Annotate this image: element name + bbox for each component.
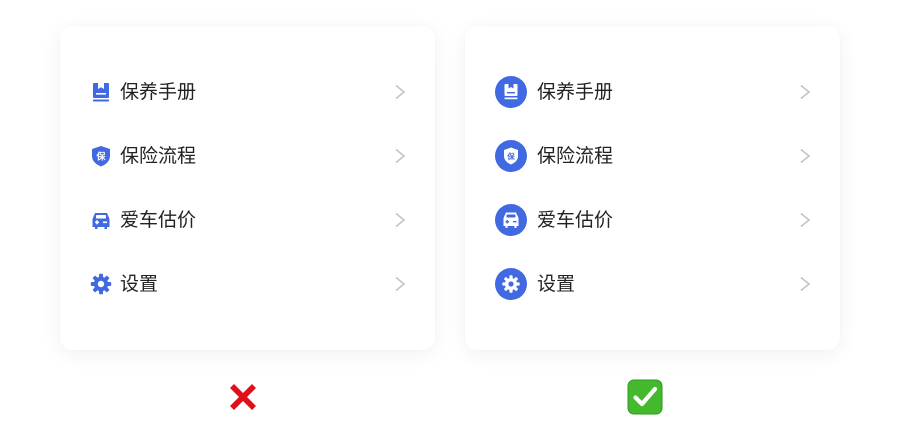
chevron-right-icon (394, 276, 406, 292)
gear-icon (495, 268, 527, 300)
menu-item-car-valuation[interactable]: 爱车估价 (465, 200, 840, 240)
chevron-right-icon (394, 212, 406, 228)
menu-item-label: 设置 (120, 273, 159, 295)
car-icon (495, 204, 527, 236)
menu-item-label: 保险流程 (537, 145, 614, 167)
menu-item-maintenance-manual[interactable]: 保养手册 (465, 72, 840, 112)
chevron-right-icon (799, 148, 811, 164)
menu-item-label: 设置 (537, 273, 576, 295)
menu-item-label: 爱车估价 (537, 209, 614, 231)
chevron-right-icon (394, 148, 406, 164)
menu-card-circle-icons: 保养手册 保 保险流程 爱车估价 设置 (465, 26, 840, 350)
menu-item-insurance-process[interactable]: 保 保险流程 (60, 136, 435, 176)
insurance-shield-icon: 保 (90, 145, 112, 167)
manual-book-icon (90, 81, 112, 103)
menu-item-label: 保养手册 (120, 81, 197, 103)
manual-book-icon (495, 76, 527, 108)
menu-item-insurance-process[interactable]: 保 保险流程 (465, 136, 840, 176)
cross-mark-icon (225, 379, 261, 415)
menu-item-settings[interactable]: 设置 (60, 264, 435, 304)
menu-card-bare-icons: 保养手册 保 保险流程 爱车估价 设置 (60, 26, 435, 350)
svg-text:保: 保 (506, 151, 515, 161)
car-icon (90, 209, 112, 231)
chevron-right-icon (799, 84, 811, 100)
chevron-right-icon (799, 212, 811, 228)
menu-item-maintenance-manual[interactable]: 保养手册 (60, 72, 435, 112)
gear-icon (90, 273, 112, 295)
menu-item-label: 爱车估价 (120, 209, 197, 231)
menu-item-label: 保养手册 (537, 81, 614, 103)
insurance-shield-icon: 保 (495, 140, 527, 172)
menu-item-car-valuation[interactable]: 爱车估价 (60, 200, 435, 240)
check-mark-button-icon (627, 379, 663, 415)
menu-item-settings[interactable]: 设置 (465, 264, 840, 304)
menu-item-label: 保险流程 (120, 145, 197, 167)
chevron-right-icon (799, 276, 811, 292)
chevron-right-icon (394, 84, 406, 100)
svg-text:保: 保 (95, 151, 106, 163)
